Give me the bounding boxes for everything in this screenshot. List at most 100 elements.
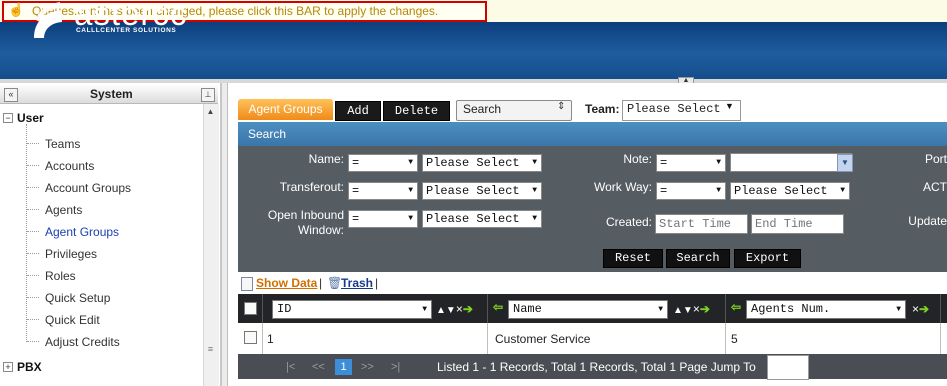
name-label: Name: xyxy=(308,152,344,166)
created-start-input[interactable] xyxy=(655,214,748,234)
collapse-left-icon[interactable]: « xyxy=(4,88,18,102)
logo-mark-icon xyxy=(34,2,62,38)
chevron-down-icon: ▼ xyxy=(716,186,721,195)
tree-connector xyxy=(27,275,39,276)
chevron-down-icon: ▼ xyxy=(408,186,413,195)
link-separator: | xyxy=(319,276,323,290)
prev-page-button[interactable]: << xyxy=(312,361,325,373)
column-name-controls[interactable]: ▲▼×➔ xyxy=(673,302,710,316)
arrow-right-icon[interactable]: ➔ xyxy=(919,302,929,316)
arrow-right-icon[interactable]: ➔ xyxy=(700,302,710,316)
tree-item-teams[interactable]: Teams xyxy=(45,137,80,151)
tree-connector xyxy=(27,165,39,166)
work-way-operator-select[interactable]: = ▼ xyxy=(656,182,726,200)
show-data-icon xyxy=(241,277,253,291)
first-page-button[interactable]: |< xyxy=(286,361,295,373)
export-button[interactable]: Export xyxy=(734,249,801,268)
work-way-label: Work Way: xyxy=(593,180,652,194)
delete-button[interactable]: Delete xyxy=(383,101,450,121)
search-button[interactable]: Search xyxy=(666,249,730,268)
transferout-operator-select[interactable]: = ▼ xyxy=(348,182,418,200)
tree-item-roles[interactable]: Roles xyxy=(45,269,76,283)
column-id-select[interactable]: ID ▼ xyxy=(272,300,432,319)
chevron-down-icon: ▼ xyxy=(408,214,413,223)
trash-link[interactable]: Trash xyxy=(341,276,373,290)
close-icon[interactable]: × xyxy=(456,302,463,316)
tree-connector xyxy=(26,124,27,342)
chevron-down-icon: ▼ xyxy=(658,305,663,314)
tree-item-quick-setup[interactable]: Quick Setup xyxy=(45,291,110,305)
column-id-controls[interactable]: ▲▼×➔ xyxy=(436,302,473,316)
chevron-updown-icon: ⇕ xyxy=(557,101,566,112)
arrow-left-icon[interactable]: ⇦ xyxy=(731,300,741,314)
add-button[interactable]: Add xyxy=(335,101,381,121)
logo-subtitle: CALLLCENTER SOLUTIONS xyxy=(76,27,177,34)
arrow-left-icon[interactable]: ⇦ xyxy=(493,300,503,314)
tree-item-agent-groups[interactable]: Agent Groups xyxy=(45,225,119,239)
work-way-value-select[interactable]: Please Select ▼ xyxy=(730,182,850,200)
created-end-input[interactable] xyxy=(751,214,844,234)
sort-down-icon[interactable]: ▼ xyxy=(683,305,693,316)
left-panel-title: System xyxy=(90,87,133,101)
close-icon[interactable]: × xyxy=(912,302,919,316)
tree-collapse-user[interactable]: − xyxy=(3,113,13,123)
cell-id: 1 xyxy=(267,332,274,346)
show-data-link[interactable]: Show Data xyxy=(256,276,317,290)
column-agents-num-select[interactable]: Agents Num. ▼ xyxy=(746,300,906,319)
arrow-right-icon[interactable]: ➔ xyxy=(463,302,473,316)
cell-name: Customer Service xyxy=(495,332,591,346)
tree-item-account-groups[interactable]: Account Groups xyxy=(45,181,131,195)
sort-down-icon[interactable]: ▼ xyxy=(446,305,456,316)
last-page-button[interactable]: >| xyxy=(391,361,400,373)
current-page[interactable]: 1 xyxy=(335,359,352,375)
column-name-select[interactable]: Name ▼ xyxy=(508,300,668,319)
tree-item-agents[interactable]: Agents xyxy=(45,203,82,217)
chevron-down-icon: ▼ xyxy=(532,214,537,223)
pin-icon[interactable]: ⊥ xyxy=(201,88,215,102)
chevron-down-icon: ▼ xyxy=(422,305,427,314)
column-agents-num-controls[interactable]: ×➔ xyxy=(912,302,929,316)
tree-item-adjust-credits[interactable]: Adjust Credits xyxy=(45,335,120,349)
open-inbound-value-select[interactable]: Please Select ▼ xyxy=(422,210,542,228)
note-operator-select[interactable]: = ▼ xyxy=(656,154,726,172)
grid-divider xyxy=(487,294,488,323)
grid-divider xyxy=(487,323,488,354)
tab-agent-groups[interactable]: Agent Groups xyxy=(238,99,333,120)
scroll-up-icon[interactable]: ▲ xyxy=(203,106,218,118)
grid-divider xyxy=(940,294,941,323)
tree-root-user[interactable]: User xyxy=(17,111,44,125)
tree-item-quick-edit[interactable]: Quick Edit xyxy=(45,313,100,327)
search-section-bar[interactable] xyxy=(238,122,947,146)
hand-pointer-icon: ☝ xyxy=(8,2,25,17)
tree-item-privileges[interactable]: Privileges xyxy=(45,247,97,261)
sort-up-icon[interactable]: ▲ xyxy=(436,305,446,316)
tree-connector xyxy=(27,297,39,298)
tree-connector xyxy=(27,341,39,342)
team-select-value: Please Select xyxy=(627,102,721,116)
row-checkbox[interactable] xyxy=(244,331,257,344)
name-operator-select[interactable]: = ▼ xyxy=(348,154,418,172)
tree-connector xyxy=(27,319,39,320)
scroll-grip-icon[interactable]: ≡ xyxy=(203,343,218,355)
jump-to-page-input[interactable] xyxy=(767,355,809,380)
tree-item-accounts[interactable]: Accounts xyxy=(45,159,94,173)
chevron-down-icon[interactable]: ▼ xyxy=(837,154,853,172)
tree-root-pbx[interactable]: PBX xyxy=(17,360,42,374)
note-input[interactable] xyxy=(730,153,852,172)
grid-divider xyxy=(262,294,263,323)
team-label: Team: xyxy=(585,102,620,116)
tree-expand-pbx[interactable]: + xyxy=(3,362,13,372)
sort-up-icon[interactable]: ▲ xyxy=(673,305,683,316)
trash-icon: 🗑 xyxy=(327,276,343,290)
transferout-label: Transferout: xyxy=(279,180,344,194)
name-value-select[interactable]: Please Select ▼ xyxy=(422,154,542,172)
transferout-value-select[interactable]: Please Select ▼ xyxy=(422,182,542,200)
open-inbound-operator-select[interactable]: = ▼ xyxy=(348,210,418,228)
tree-connector xyxy=(27,253,39,254)
close-icon[interactable]: × xyxy=(693,302,700,316)
next-page-button[interactable]: >> xyxy=(361,361,374,373)
chevron-down-icon: ▼ xyxy=(532,186,537,195)
select-all-checkbox[interactable] xyxy=(244,302,257,315)
grid-divider xyxy=(725,294,726,323)
reset-button[interactable]: Reset xyxy=(603,249,663,268)
